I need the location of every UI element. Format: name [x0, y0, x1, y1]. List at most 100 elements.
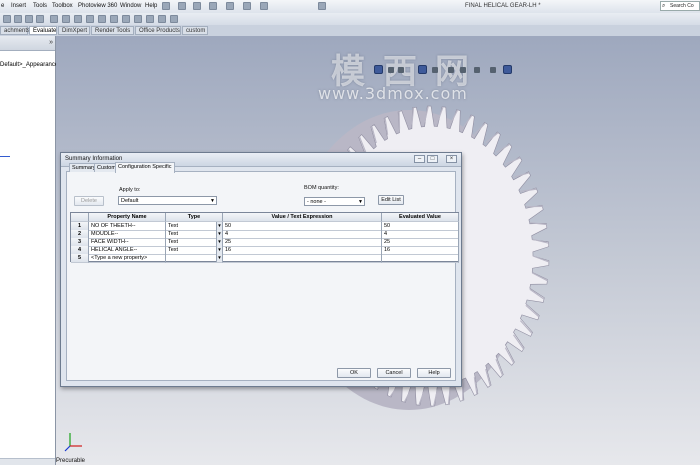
open-file-icon[interactable] [193, 2, 201, 10]
scene-icon[interactable] [460, 67, 466, 73]
new-file-icon[interactable] [178, 2, 186, 10]
zoom-area-icon[interactable] [398, 67, 404, 73]
checker-icon[interactable] [3, 15, 11, 23]
column-header-evaluated-value[interactable]: Evaluated Value [382, 213, 459, 222]
feature-manager-panel: » Default>_Appearance [0, 36, 58, 465]
section-icon[interactable] [36, 15, 44, 23]
chevron-down-icon[interactable]: ▼ [216, 254, 222, 262]
curvature-icon[interactable] [146, 15, 154, 23]
column-header-property-name[interactable]: Property Name [89, 213, 166, 222]
select-icon[interactable] [260, 2, 268, 10]
tab-attachments[interactable]: achments [0, 26, 30, 35]
menu-item-toolbox[interactable]: Toolbox [52, 3, 73, 9]
type-value: Text [168, 231, 179, 237]
dialog-tab-configuration-specific[interactable]: Configuration Specific [115, 162, 175, 173]
help-button[interactable]: Help [417, 368, 451, 378]
apply-to-select[interactable]: Default ▼ [118, 196, 217, 205]
watermark-url: www.3dmox.com [318, 84, 468, 103]
hide-show-icon[interactable] [432, 67, 438, 73]
panel-header: » [0, 36, 55, 51]
section-view-icon[interactable] [503, 65, 512, 74]
close-icon[interactable]: × [446, 155, 457, 163]
type-value: Text [168, 239, 179, 245]
bom-quantity-label: BOM quantity: [304, 185, 339, 191]
menu-item-help[interactable]: Help [145, 3, 157, 9]
properties-grid: Property Name Type Value / Text Expressi… [70, 212, 459, 263]
symmetry-icon[interactable] [170, 15, 178, 23]
menu-item-tools[interactable]: Tools [33, 3, 47, 9]
view-orientation-icon[interactable] [374, 65, 383, 74]
status-text: Precurable [56, 458, 86, 464]
edit-appearance-icon[interactable] [448, 67, 454, 73]
menu-item-edit[interactable]: e [1, 3, 4, 9]
parting-line-icon[interactable] [122, 15, 130, 23]
search-icon: ⌕ [662, 3, 666, 9]
chevron-down-icon[interactable]: ▼ [216, 246, 222, 254]
zoom-fit-icon[interactable] [388, 67, 394, 73]
menu-item-window[interactable]: Window [120, 3, 141, 9]
axis-triad [64, 433, 82, 452]
evaluated-value-cell [382, 254, 459, 263]
panel-scrollbar[interactable] [0, 458, 55, 465]
bom-quantity-value: - none - [307, 199, 326, 205]
mass-properties-icon[interactable] [25, 15, 33, 23]
edit-list-button[interactable]: Edit List [378, 195, 404, 205]
undercut-icon[interactable] [110, 15, 118, 23]
ok-button[interactable]: OK [337, 368, 371, 378]
print-icon[interactable] [226, 2, 234, 10]
delete-button[interactable]: Delete [74, 196, 104, 206]
minimize-icon[interactable]: – [414, 155, 425, 163]
hole-alignment-icon[interactable] [74, 15, 82, 23]
search-input[interactable]: ⌕ Search Co [660, 1, 700, 11]
axis-z-icon [64, 445, 71, 452]
apply-to-label: Apply to: [119, 187, 141, 193]
grid-corner [71, 213, 89, 222]
cancel-button[interactable]: Cancel [377, 368, 411, 378]
chevron-down-icon: ▼ [210, 198, 215, 204]
tree-item-appearance[interactable]: Default>_Appearance [0, 62, 58, 68]
menu-item-insert[interactable]: Insert [11, 3, 26, 9]
clearance-icon[interactable] [62, 15, 70, 23]
zebra-icon[interactable] [158, 15, 166, 23]
tab-evaluate[interactable]: Evaluate [29, 26, 57, 35]
row-number[interactable]: 5 [71, 254, 89, 263]
camera-icon[interactable] [490, 67, 496, 73]
summary-information-dialog: Summary Information – □ × Summary Custom… [60, 152, 462, 387]
new-property-cell[interactable]: <Type a new property> [89, 254, 166, 263]
type-cell[interactable]: ▼ [166, 254, 223, 263]
column-header-type[interactable]: Type [166, 213, 223, 222]
save-icon[interactable] [209, 2, 217, 10]
tab-office-products[interactable]: Office Products [135, 26, 181, 35]
chevron-down-icon: ▼ [358, 199, 363, 205]
thickness-icon[interactable] [134, 15, 142, 23]
draft-analysis-icon[interactable] [98, 15, 106, 23]
pin-icon[interactable] [162, 2, 170, 10]
value-cell[interactable] [223, 254, 382, 263]
search-placeholder: Search Co [670, 3, 694, 9]
panel-divider [0, 156, 10, 157]
chevron-down-icon[interactable]: ▼ [216, 230, 222, 238]
chevron-down-icon[interactable]: ▼ [216, 238, 222, 246]
interference-icon[interactable] [50, 15, 58, 23]
view-settings-icon[interactable] [474, 67, 480, 73]
chevron-down-icon[interactable]: ▼ [216, 222, 222, 230]
undo-icon[interactable] [243, 2, 251, 10]
bom-quantity-select[interactable]: - none - ▼ [304, 197, 365, 206]
geometry-analysis-icon[interactable] [86, 15, 94, 23]
tab-render-tools[interactable]: Render Tools [91, 26, 134, 35]
measure-icon[interactable] [14, 15, 22, 23]
apply-to-value: Default [121, 198, 139, 204]
menu-item-photoview[interactable]: Photoview 360 [78, 3, 117, 9]
rebuild-icon[interactable] [318, 2, 326, 10]
window-title: FINAL HELICAL GEAR-LH * [465, 3, 541, 9]
menu-bar: e Insert Tools Toolbox Photoview 360 Win… [0, 0, 700, 14]
collapse-icon[interactable]: » [49, 39, 53, 46]
tab-dimxpert[interactable]: DimXpert [58, 26, 90, 35]
maximize-icon[interactable]: □ [427, 155, 438, 163]
column-header-value[interactable]: Value / Text Expression [223, 213, 382, 222]
dialog-title: Summary Information [65, 156, 123, 162]
type-value: Text [168, 247, 179, 253]
tab-custom[interactable]: custom [182, 26, 208, 35]
display-style-icon[interactable] [418, 65, 427, 74]
dialog-body: Summary Custom Configuration Specific De… [66, 162, 459, 381]
